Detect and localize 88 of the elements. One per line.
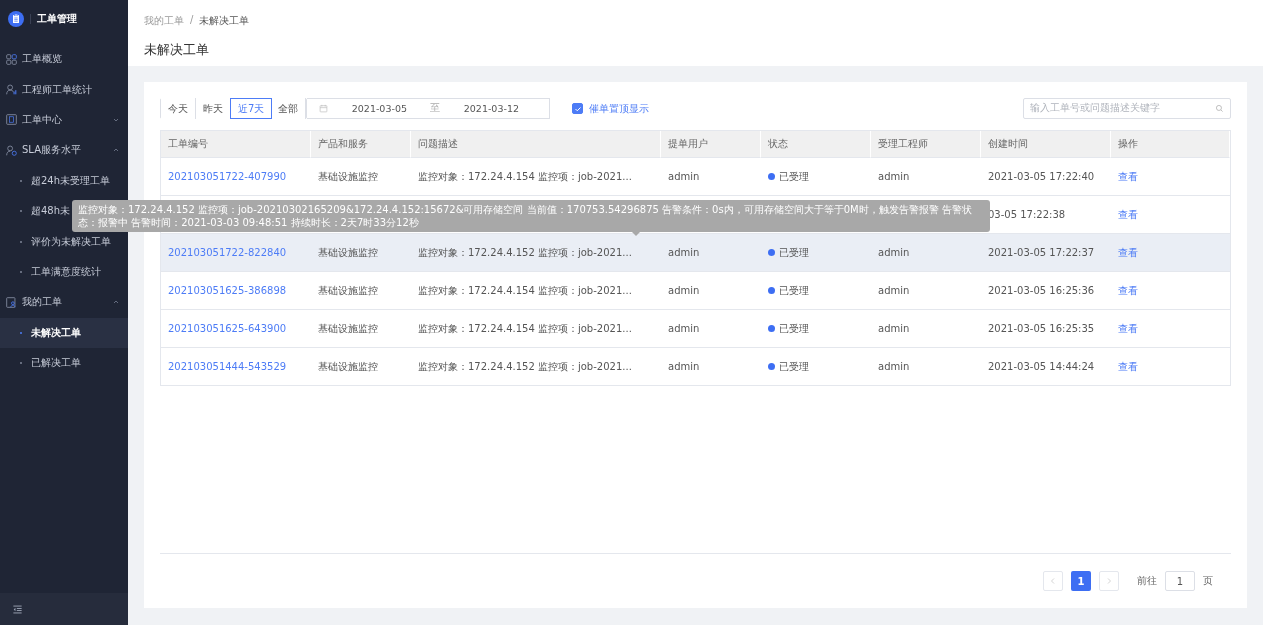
page-unit-label: 页 xyxy=(1203,574,1213,588)
table-cell: admin xyxy=(668,285,700,296)
table-cell: 基础设施监控 xyxy=(318,245,378,260)
table-cell: 2021-03-05 17:22:37 xyxy=(988,247,1095,258)
app-title: 工单管理 xyxy=(37,12,77,26)
table-cell: admin xyxy=(878,361,910,372)
collapse-menu-icon[interactable] xyxy=(12,603,23,615)
view-link[interactable]: 查看 xyxy=(1118,321,1138,336)
user-card-icon xyxy=(6,296,17,308)
table-cell: admin xyxy=(668,361,700,372)
grid-icon xyxy=(6,53,17,65)
table-cell: admin xyxy=(668,323,700,334)
column-header: 提单用户 xyxy=(661,131,761,158)
table-cell: admin xyxy=(668,171,700,182)
period-tab[interactable]: 今天 xyxy=(161,98,196,119)
table-cell: 监控对象：172.24.4.152 监控项：job-2021... xyxy=(418,359,632,374)
column-header: 创建时间 xyxy=(981,131,1111,158)
table-cell: admin xyxy=(878,247,910,258)
table-cell: 监控对象：172.24.4.152 监控项：job-2021... xyxy=(418,245,632,260)
search-icon xyxy=(1215,104,1224,113)
goto-label: 前往 xyxy=(1137,574,1157,588)
ticket-id-link[interactable]: 202103051625-643900 xyxy=(168,323,287,334)
column-header: 工单编号 xyxy=(161,131,311,158)
sidebar-subitem[interactable]: 超24h未受理工单 xyxy=(0,165,128,196)
user-chart-icon xyxy=(6,84,17,96)
page-number-field[interactable]: 1 xyxy=(1165,571,1195,591)
table-cell: 监控对象：172.24.4.154 监控项：job-2021... xyxy=(418,321,632,336)
calendar-icon xyxy=(319,104,329,113)
table-cell: 2021-03-05 16:25:35 xyxy=(988,323,1095,334)
table-cell: 2021-03-05 16:25:36 xyxy=(988,285,1095,296)
check-icon xyxy=(573,104,582,113)
panel-icon xyxy=(6,114,17,126)
date-range-field[interactable]: 2021-03-05 至 2021-03-12 xyxy=(307,98,551,119)
status-dot xyxy=(768,325,775,332)
period-tab[interactable]: 全部 xyxy=(271,98,307,119)
breadcrumb-item: 未解决工单 xyxy=(199,14,250,28)
sidebar-item[interactable]: SLA服务水平 xyxy=(0,135,128,166)
status-text: 已受理 xyxy=(779,321,809,336)
table-cell: admin xyxy=(878,323,910,334)
table-cell: 基础设施监控 xyxy=(318,321,378,336)
view-link[interactable]: 查看 xyxy=(1118,169,1138,184)
period-tab[interactable]: 昨天 xyxy=(196,98,231,119)
ticket-id-link[interactable]: 202103051722-407990 xyxy=(168,171,287,182)
sidebar-item[interactable]: 工程师工单统计 xyxy=(0,74,128,105)
column-header: 状态 xyxy=(761,131,871,158)
column-header: 产品和服务 xyxy=(311,131,411,158)
tooltip: 监控对象：172.24.4.152 监控项：job-20210302165209&172.24.4.152:15672&可用存储空间 当前值：170753.54296875 告警条件：0s内，可用存储空间大于等于0M时，触发告警报警 告警状态：报警中 告警时间：2021-03-03 09:48:51 持续时长：2天7时33分12秒 xyxy=(72,200,990,232)
logo-icon xyxy=(8,11,24,27)
table-cell: 2021-03-05 14:44:24 xyxy=(988,361,1095,372)
status-text: 已受理 xyxy=(779,283,809,298)
status-text: 已受理 xyxy=(779,169,809,184)
next-page-button[interactable] xyxy=(1099,571,1119,591)
table-cell: 2021-03-05 17:22:40 xyxy=(988,171,1095,182)
status-dot xyxy=(768,363,775,370)
table-cell: 基础设施监控 xyxy=(318,169,378,184)
previous-page-button[interactable] xyxy=(1043,571,1063,591)
view-link[interactable]: 查看 xyxy=(1118,283,1138,298)
status-text: 已受理 xyxy=(779,245,809,260)
ticket-id-link[interactable]: 202103051625-386898 xyxy=(168,285,287,296)
table-cell: admin xyxy=(878,171,910,182)
table-cell: 基础设施监控 xyxy=(318,359,378,374)
ticket-id-link[interactable]: 202103051444-543529 xyxy=(168,361,287,372)
sidebar-item[interactable]: 我的工单 xyxy=(0,287,128,318)
table-cell: admin xyxy=(878,285,910,296)
sidebar-subitem[interactable]: 未解决工单 xyxy=(0,317,128,348)
table-cell: admin xyxy=(668,247,700,258)
column-header: 问题描述 xyxy=(411,131,661,158)
pin-urged-checkbox[interactable]: 催单置顶显示 xyxy=(572,101,650,116)
sidebar-item[interactable]: 工单概览 xyxy=(0,44,128,75)
column-header: 受理工程师 xyxy=(871,131,981,158)
view-link[interactable]: 查看 xyxy=(1118,359,1138,374)
user-icon xyxy=(6,144,17,156)
sidebar-subitem[interactable]: 已解决工单 xyxy=(0,347,128,379)
page-title: 未解决工单 xyxy=(144,42,210,59)
column-header: 操作 xyxy=(1111,131,1230,158)
table-cell: 监控对象：172.24.4.154 监控项：job-2021... xyxy=(418,283,632,298)
sidebar-item[interactable]: 工单中心 xyxy=(0,104,128,136)
breadcrumb-separator: / xyxy=(190,14,194,27)
table-cell: 基础设施监控 xyxy=(318,283,378,298)
view-link[interactable]: 查看 xyxy=(1118,207,1138,222)
status-text: 已受理 xyxy=(779,359,809,374)
page-button[interactable]: 1 xyxy=(1071,571,1091,591)
period-tab[interactable]: 近7天 xyxy=(230,98,273,119)
status-dot xyxy=(768,173,775,180)
sidebar-subitem[interactable]: 工单满意度统计 xyxy=(0,256,128,288)
table-cell: 监控对象：172.24.4.154 监控项：job-2021... xyxy=(418,169,632,184)
status-dot xyxy=(768,287,775,294)
status-dot xyxy=(768,249,775,256)
